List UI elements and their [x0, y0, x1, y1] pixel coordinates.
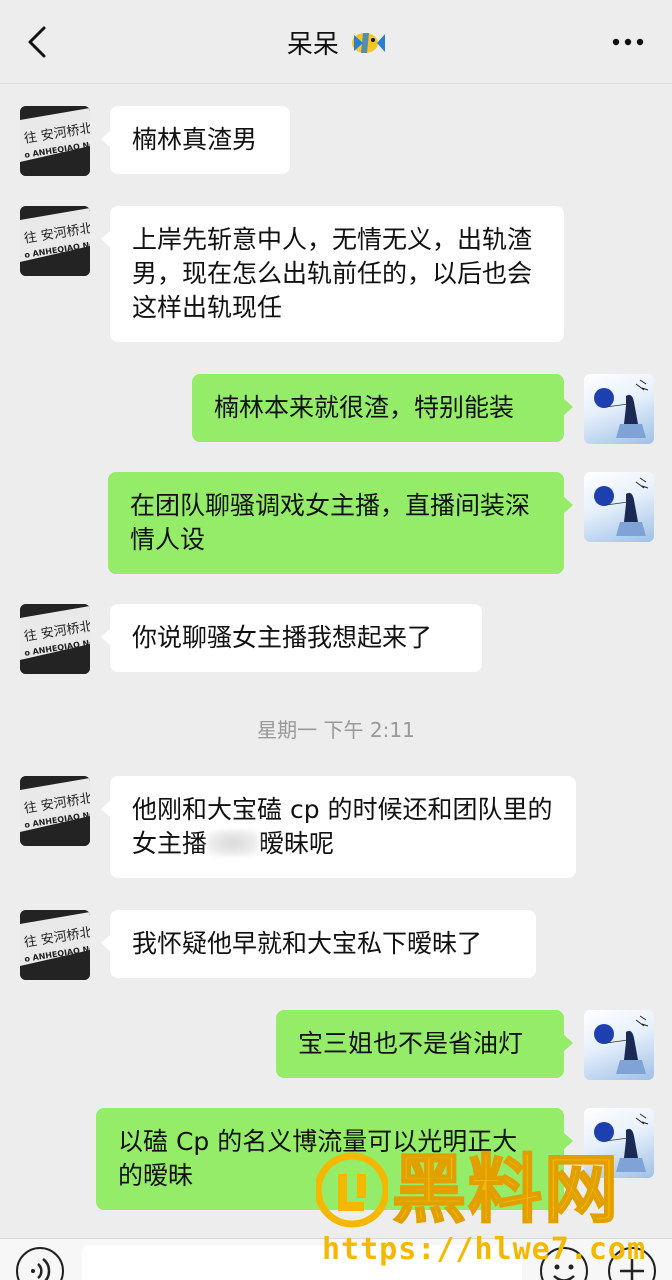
message-text: 楠林真渣男 — [132, 125, 258, 154]
girl-with-balloon-avatar-image — [594, 379, 649, 438]
message-text: 我怀疑他早就和大宝私下暧昧了 — [132, 929, 483, 958]
watermark-url: https://hlwe7.com — [322, 1232, 647, 1267]
message-bubble-self[interactable]: 楠林本来就很渣，特别能装 — [192, 374, 573, 442]
metro-sign-avatar-image: 往 安河桥北 o ANHEQIAO North — [20, 206, 90, 276]
metro-sign-avatar-image: 往 安河桥北 o ANHEQIAO North — [20, 910, 90, 980]
message-bubble[interactable]: 上岸先斩意中人，无情无义，出轨渣男，现在怎么出轨前任的，以后也会这样出轨现任 — [101, 206, 564, 342]
time-divider: 星期一 下午 2:11 — [257, 718, 415, 742]
self-avatar[interactable] — [584, 472, 654, 542]
contact-avatar[interactable]: 往 安河桥北 o ANHEQIAO North — [20, 206, 90, 276]
contact-avatar[interactable]: 往 安河桥北 o ANHEQIAO North — [20, 106, 90, 176]
message-bubble[interactable]: 我怀疑他早就和大宝私下暧昧了 — [101, 910, 536, 978]
girl-with-balloon-avatar-image — [594, 1015, 649, 1074]
message-text-part1: 他刚和大宝磕 cp 的时候还和团队里的女主播 — [132, 795, 553, 858]
message-text-part2: 暧昧呢 — [259, 829, 335, 858]
message-text: 宝三姐也不是省油灯 — [298, 1029, 524, 1058]
metro-sign-avatar-image: 往 安河桥北 o ANHEQIAO North — [20, 106, 90, 176]
message-text: 上岸先斩意中人，无情无义，出轨渣男，现在怎么出轨前任的，以后也会这样出轨现任 — [132, 225, 533, 322]
chat-header: 呆呆 — [0, 0, 672, 84]
voice-icon — [31, 1258, 51, 1280]
self-avatar[interactable] — [584, 1010, 654, 1080]
contact-avatar[interactable]: 往 安河桥北 o ANHEQIAO North — [20, 776, 90, 846]
contact-name: 呆呆 — [286, 30, 339, 60]
message-bubble[interactable]: 你说聊骚女主播我想起来了 — [101, 604, 482, 672]
self-avatar[interactable] — [584, 374, 654, 444]
watermark-text: 黑料网 — [391, 1147, 620, 1233]
more-options-button[interactable] — [610, 30, 646, 54]
message-text: 楠林本来就很渣，特别能装 — [214, 393, 515, 422]
message-text: 你说聊骚女主播我想起来了 — [132, 623, 433, 652]
metro-sign-avatar-image: 往 安河桥北 o ANHEQIAO North — [20, 776, 90, 846]
message-bubble-self[interactable]: 宝三姐也不是省油灯 — [276, 1010, 573, 1078]
watermark-logo-icon — [316, 1152, 388, 1228]
girl-with-balloon-avatar-image — [594, 477, 649, 536]
message-bubble[interactable]: 他刚和大宝磕 cp 的时候还和团队里的女主播 暧昧呢 — [101, 776, 576, 878]
metro-sign-avatar-image: 往 安河桥北 o ANHEQIAO North — [20, 604, 90, 674]
message-text: 在团队聊骚调戏女主播，直播间装深情人设 — [130, 491, 531, 554]
tropical-fish-icon — [352, 33, 386, 53]
contact-avatar[interactable]: 往 安河桥北 o ANHEQIAO North — [20, 604, 90, 674]
message-bubble[interactable]: 楠林真渣男 — [101, 106, 290, 174]
voice-input-button[interactable] — [16, 1247, 64, 1280]
contact-avatar[interactable]: 往 安河桥北 o ANHEQIAO North — [20, 910, 90, 980]
blurred-redaction — [207, 830, 260, 856]
chat-title: 呆呆 — [0, 24, 672, 61]
message-bubble-self[interactable]: 在团队聊骚调戏女主播，直播间装深情人设 — [108, 472, 573, 574]
